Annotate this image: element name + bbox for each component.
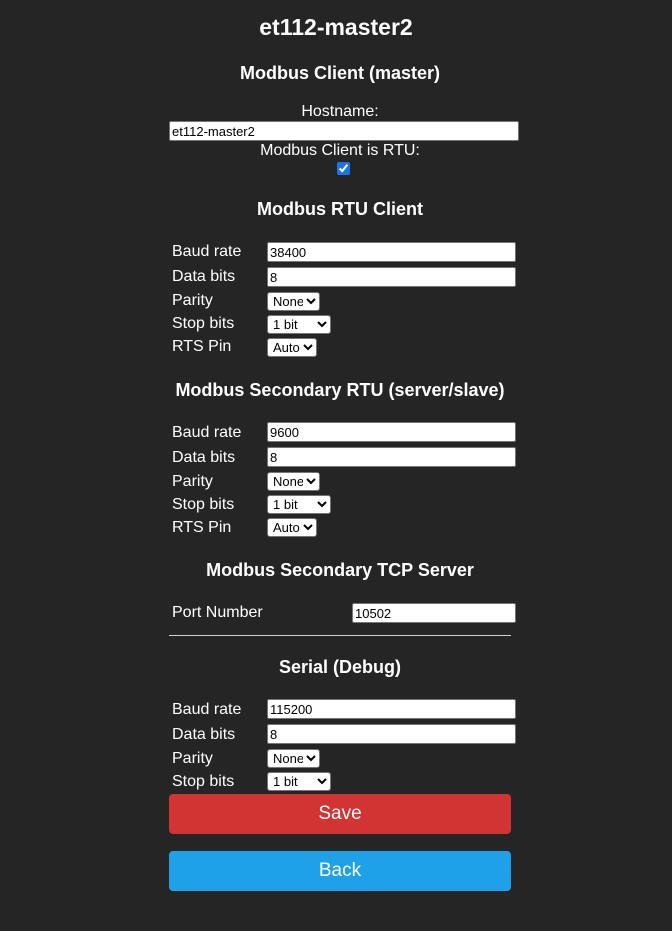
secondary-rtu-data-bits-label: Data bits: [172, 449, 236, 466]
rtu-client-baud-input[interactable]: [267, 242, 516, 262]
rtu-client-rts-label: RTS Pin: [172, 338, 232, 355]
settings-page: et112-master2 Modbus Client (master) Hos…: [0, 0, 672, 931]
serial-data-bits-input[interactable]: [267, 724, 516, 744]
secondary-rtu-baud-label: Baud rate: [172, 424, 242, 441]
hostname-label: Hostname:: [301, 103, 379, 120]
rtu-client-baud-label: Baud rate: [172, 243, 242, 260]
back-button[interactable]: Back: [169, 851, 511, 891]
serial-debug-heading: Serial (Debug): [278, 657, 402, 677]
serial-stop-bits-label: Stop bits: [172, 773, 235, 790]
save-button[interactable]: Save: [169, 794, 511, 834]
rtu-client-stop-bits-label: Stop bits: [172, 315, 235, 332]
serial-data-bits-label: Data bits: [172, 726, 236, 743]
tcp-port-input[interactable]: [352, 603, 516, 623]
rtu-client-data-bits-input[interactable]: [267, 267, 516, 287]
serial-baud-input[interactable]: [267, 699, 516, 719]
serial-stop-bits-select[interactable]: 1 bit: [267, 772, 331, 791]
client-is-rtu-label: Modbus Client is RTU:: [260, 142, 420, 159]
secondary-tcp-heading: Modbus Secondary TCP Server: [206, 560, 474, 580]
secondary-rtu-rts-label: RTS Pin: [172, 519, 232, 536]
rtu-client-stop-bits-select[interactable]: 1 bit: [267, 315, 331, 334]
secondary-rtu-heading: Modbus Secondary RTU (server/slave): [175, 380, 505, 400]
hostname-input[interactable]: [169, 121, 519, 141]
secondary-rtu-parity-label: Parity: [172, 473, 213, 490]
secondary-rtu-data-bits-input[interactable]: [267, 447, 516, 467]
secondary-rtu-stop-bits-label: Stop bits: [172, 496, 235, 513]
client-is-rtu-checkbox[interactable]: [337, 162, 350, 175]
serial-baud-label: Baud rate: [172, 701, 242, 718]
serial-parity-label: Parity: [172, 750, 213, 767]
tcp-port-label: Port Number: [172, 604, 263, 621]
rtu-client-data-bits-label: Data bits: [172, 268, 236, 285]
client-heading: Modbus Client (master): [239, 63, 440, 83]
secondary-rtu-parity-select[interactable]: None: [267, 472, 320, 491]
secondary-rtu-stop-bits-select[interactable]: 1 bit: [267, 495, 331, 514]
serial-parity-select[interactable]: None: [267, 749, 320, 768]
secondary-rtu-baud-input[interactable]: [267, 422, 516, 442]
rtu-client-parity-label: Parity: [172, 292, 213, 309]
page-title: et112-master2: [259, 14, 413, 40]
rtu-client-parity-select[interactable]: None: [267, 292, 320, 311]
rtu-client-rts-select[interactable]: Auto: [267, 338, 317, 357]
secondary-rtu-rts-select[interactable]: Auto: [267, 518, 317, 537]
section-divider: [169, 635, 511, 636]
rtu-client-heading: Modbus RTU Client: [257, 199, 423, 219]
